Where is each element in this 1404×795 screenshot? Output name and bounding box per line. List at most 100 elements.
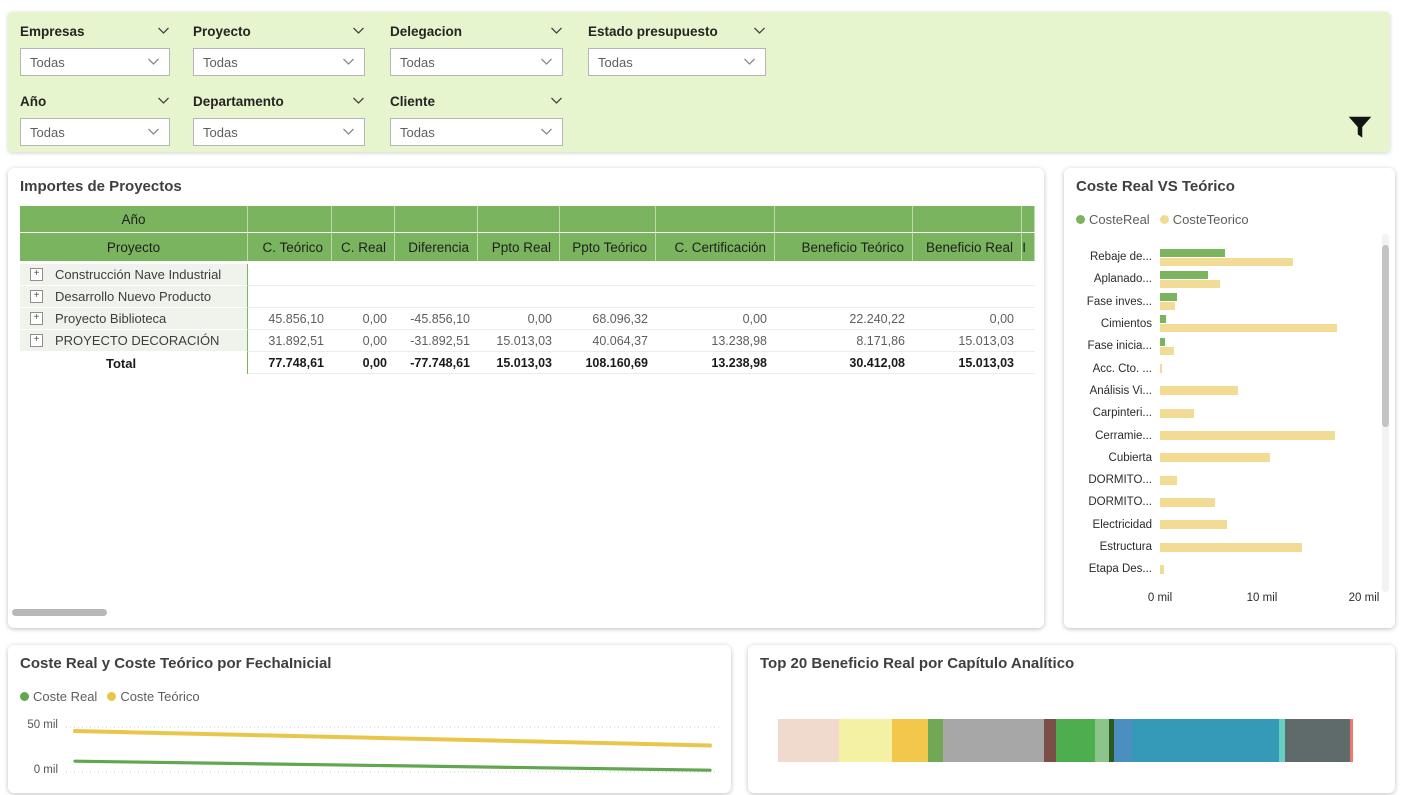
filter-dropdown[interactable]: Todas xyxy=(193,118,365,146)
line-chart-legend: Coste Real Coste Teórico xyxy=(20,689,200,704)
bar-coste-teorico[interactable] xyxy=(1160,258,1293,266)
row-value-cell xyxy=(913,264,1022,286)
bar-coste-teorico[interactable] xyxy=(1160,498,1215,507)
row-value-cell xyxy=(332,286,395,308)
chevron-down-icon[interactable] xyxy=(157,92,170,110)
row-value-cell xyxy=(478,286,560,308)
total-value-cell: 15.013,03 xyxy=(478,352,560,374)
bar-coste-real[interactable] xyxy=(1160,249,1225,257)
stacked-segment-12[interactable] xyxy=(1285,719,1350,762)
row-value-cell xyxy=(913,286,1022,308)
group-header-spacer xyxy=(395,206,478,232)
row-value-cell xyxy=(560,286,656,308)
row-value-cell: 40.064,37 xyxy=(560,330,656,352)
row-value-cell xyxy=(775,286,913,308)
legend-label: CosteTeorico xyxy=(1173,212,1249,227)
expand-icon[interactable]: + xyxy=(30,312,43,325)
bar-coste-teorico[interactable] xyxy=(1160,520,1227,529)
row-value-cell: 13.238,98 xyxy=(656,330,775,352)
bar-coste-teorico[interactable] xyxy=(1160,386,1238,395)
bar-category-label: DORMITO... xyxy=(1072,469,1160,491)
table-row[interactable]: +Desarrollo Nuevo Producto xyxy=(20,286,1035,308)
row-name-cell[interactable]: +Desarrollo Nuevo Producto xyxy=(20,286,248,308)
bar-coste-teorico[interactable] xyxy=(1160,347,1174,355)
bar-coste-teorico[interactable] xyxy=(1160,324,1337,332)
row-name-cell[interactable]: +Construcción Nave Industrial xyxy=(20,264,248,286)
bar-category-label: Estructura xyxy=(1072,536,1160,558)
bar-coste-real[interactable] xyxy=(1160,315,1166,323)
legend-dot-green xyxy=(20,692,29,701)
stacked-segment-6[interactable] xyxy=(1056,719,1095,762)
stacked-segment-5[interactable] xyxy=(1044,719,1056,762)
table-row[interactable]: +Construcción Nave Industrial xyxy=(20,264,1035,286)
bar-category-label: Fase inicia... xyxy=(1072,335,1160,357)
table-row[interactable]: +Proyecto Biblioteca45.856,100,00-45.856… xyxy=(20,308,1035,330)
stacked-segment-13[interactable] xyxy=(1350,719,1353,762)
expand-icon[interactable]: + xyxy=(30,290,43,303)
row-value-cell xyxy=(395,286,478,308)
row-value-cell xyxy=(248,286,332,308)
filter-dropdown[interactable]: Todas xyxy=(588,48,766,76)
bar-coste-teorico[interactable] xyxy=(1160,565,1164,574)
stacked-segment-0[interactable] xyxy=(778,719,839,762)
row-name: PROYECTO DECORACIÓN xyxy=(55,333,219,348)
bar-coste-teorico[interactable] xyxy=(1160,543,1302,552)
group-header-spacer xyxy=(1022,206,1035,232)
legend-label: Coste Real xyxy=(33,689,97,704)
row-value-cell: 8.171,86 xyxy=(775,330,913,352)
bar-category-row: Estructura xyxy=(1072,536,1372,558)
filter-label: Año xyxy=(20,94,46,109)
stacked-segment-10[interactable] xyxy=(1132,719,1279,762)
line-series-coste-teórico[interactable] xyxy=(75,731,710,745)
chevron-down-icon xyxy=(540,123,553,141)
bar-coste-teorico[interactable] xyxy=(1160,280,1220,288)
filter-funnel-icon[interactable] xyxy=(1345,113,1375,143)
bar-category-label: Etapa Des... xyxy=(1072,558,1160,580)
table-total-row: Total77.748,610,00-77.748,6115.013,03108… xyxy=(20,352,1035,374)
stacked-segment-7[interactable] xyxy=(1095,719,1108,762)
chevron-down-icon[interactable] xyxy=(352,92,365,110)
bar-chart-scrollbar[interactable] xyxy=(1382,234,1389,592)
expand-icon[interactable]: + xyxy=(30,334,43,347)
stacked-segment-3[interactable] xyxy=(928,719,943,762)
stacked-segment-9[interactable] xyxy=(1114,719,1132,762)
table-row[interactable]: +PROYECTO DECORACIÓN31.892,510,00-31.892… xyxy=(20,330,1035,352)
column-header-7: Beneficio Teórico xyxy=(775,233,913,261)
filter-departamento: Departamento Todas xyxy=(193,12,365,152)
stacked-segment-1[interactable] xyxy=(839,719,892,762)
bar-coste-teorico[interactable] xyxy=(1160,302,1175,310)
row-value-cell xyxy=(478,264,560,286)
filter-label: Departamento xyxy=(193,94,284,109)
stacked-segment-2[interactable] xyxy=(892,719,928,762)
row-value-cell: -45.856,10 xyxy=(395,308,478,330)
bar-category-label: Cimientos xyxy=(1072,313,1160,335)
row-name-cell[interactable]: +Proyecto Biblioteca xyxy=(20,308,248,330)
bar-coste-teorico[interactable] xyxy=(1160,476,1177,485)
bar-coste-teorico[interactable] xyxy=(1160,453,1270,462)
stacked-segment-4[interactable] xyxy=(943,719,1044,762)
bar-coste-real[interactable] xyxy=(1160,271,1208,279)
row-value-cell: 45.856,10 xyxy=(248,308,332,330)
bar-category-row: Cubierta xyxy=(1072,447,1372,469)
dashboard: EmpresasTodasProyectoTodasDelegacionToda… xyxy=(0,0,1404,795)
bar-category-row: Electricidad xyxy=(1072,514,1372,536)
filter-dropdown[interactable]: Todas xyxy=(20,118,170,146)
chevron-down-icon[interactable] xyxy=(753,22,766,40)
bar-chart-scrollbar-thumb[interactable] xyxy=(1382,245,1389,427)
column-header-5: Ppto Teórico xyxy=(560,233,656,261)
bar-coste-real[interactable] xyxy=(1160,338,1165,346)
bar-coste-teorico[interactable] xyxy=(1160,364,1162,373)
legend-dot-yellow xyxy=(1160,215,1169,224)
bar-coste-teorico[interactable] xyxy=(1160,409,1194,418)
chevron-down-icon[interactable] xyxy=(550,92,563,110)
bar-coste-real[interactable] xyxy=(1160,293,1177,301)
filter-dropdown[interactable]: Todas xyxy=(390,118,563,146)
line-series-coste-real[interactable] xyxy=(75,761,710,770)
column-header-8: Beneficio Real xyxy=(913,233,1022,261)
filter-año: Año Todas xyxy=(20,12,170,152)
legend-item-costeteorico: CosteTeorico xyxy=(1160,212,1249,227)
table-horizontal-scrollbar[interactable] xyxy=(12,609,107,616)
expand-icon[interactable]: + xyxy=(30,268,43,281)
row-name-cell[interactable]: + PROYECTO DECORACIÓN xyxy=(20,330,248,352)
bar-coste-teorico[interactable] xyxy=(1160,431,1335,440)
